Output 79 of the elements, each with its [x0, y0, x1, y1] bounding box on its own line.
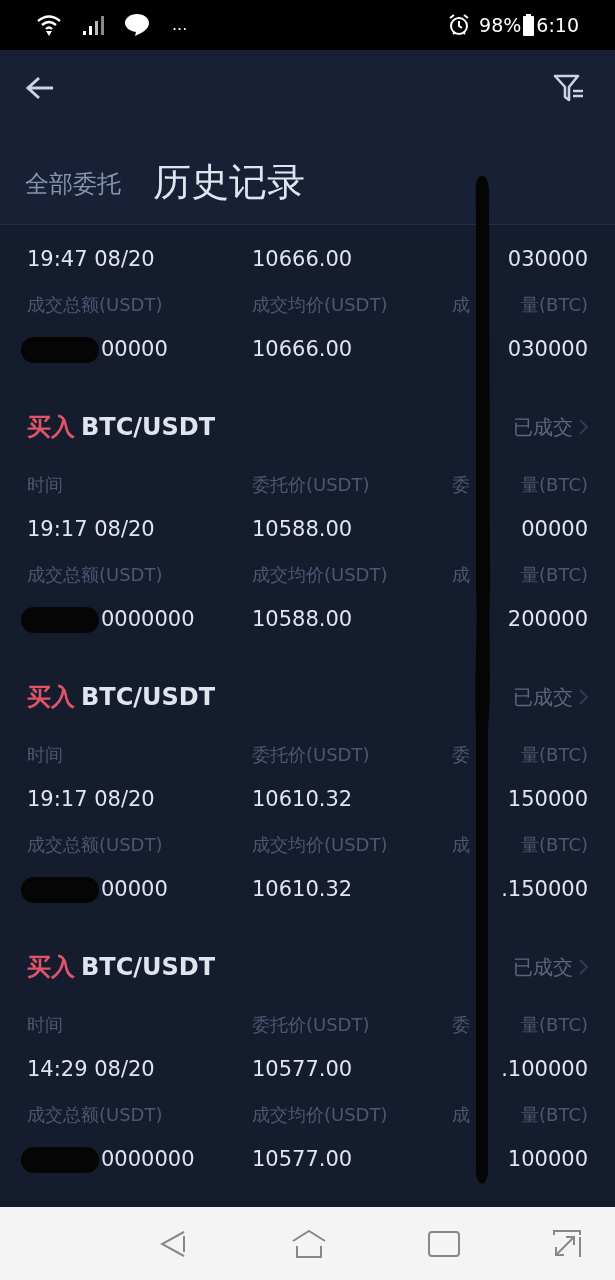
column-label: 时间 [27, 1013, 63, 1037]
table-cell-text: 10588.00 [252, 515, 353, 543]
table-cell-text: 19:47 08/20 [27, 245, 155, 273]
column-label: 成 [452, 1103, 470, 1127]
column-label: 成交均价(USDT) [252, 833, 388, 857]
home-icon[interactable] [292, 1229, 326, 1258]
column-label: 量(BTC) [521, 833, 588, 857]
table-cell-text: 100000 [507, 1145, 588, 1173]
column-label: 成交总额(USDT) [27, 833, 163, 857]
column-label: 量(BTC) [521, 1103, 588, 1127]
table-cell-text: 10666.00 [252, 335, 353, 363]
table-cell-text: 19:17 08/20 [27, 785, 155, 813]
clock: 6:10 [536, 12, 579, 38]
recent-apps-icon[interactable] [428, 1230, 460, 1257]
table-cell-text: 19:17 08/20 [27, 515, 155, 543]
table-cell-text: .100000 [501, 1055, 588, 1083]
column-label: 量(BTC) [521, 1013, 588, 1037]
chevron-right-icon [579, 959, 588, 975]
column-label: 委托价(USDT) [252, 743, 370, 767]
column-label: 委 [452, 1013, 470, 1037]
back-arrow-icon[interactable] [25, 75, 55, 101]
table-cell-text: 0000000 [101, 605, 195, 633]
table-cell-text: 030000 [507, 245, 588, 273]
table-cell-text: 00000 [101, 875, 168, 903]
order-status-link[interactable]: 已成交 [513, 682, 588, 712]
column-label: 量(BTC) [521, 293, 588, 317]
order-side: 买入 [27, 412, 75, 443]
column-label: 量(BTC) [521, 563, 588, 587]
signal-icon [82, 14, 106, 36]
column-label: 成交总额(USDT) [27, 293, 163, 317]
trading-pair: BTC/USDT [81, 412, 216, 443]
battery-icon [523, 14, 535, 36]
table-cell-text: 10666.00 [252, 245, 353, 273]
order-side: 买入 [27, 952, 75, 983]
back-icon[interactable] [160, 1229, 186, 1258]
column-label: 成交总额(USDT) [27, 1103, 163, 1127]
table-cell-text: 10577.00 [252, 1145, 353, 1173]
battery-percent: 98% [479, 12, 522, 38]
table-cell-text: 10577.00 [252, 1055, 353, 1083]
table-cell-text: 0000000 [101, 1145, 195, 1173]
table-cell-text: 10610.32 [252, 875, 353, 903]
chat-bubble-icon [124, 12, 150, 38]
expand-icon[interactable] [552, 1228, 582, 1259]
table-cell-text: 200000 [507, 605, 588, 633]
column-label: 成 [452, 833, 470, 857]
column-label: 量(BTC) [521, 473, 588, 497]
column-label: 委 [452, 473, 470, 497]
trading-pair: BTC/USDT [81, 952, 216, 983]
column-label: 委托价(USDT) [252, 473, 370, 497]
column-label: 委 [452, 743, 470, 767]
table-cell-text: .150000 [501, 875, 588, 903]
trading-pair: BTC/USDT [81, 682, 216, 713]
column-label: 委托价(USDT) [252, 1013, 370, 1037]
table-cell-text: 10610.32 [252, 785, 353, 813]
column-label: 时间 [27, 473, 63, 497]
order-status-link[interactable]: 已成交 [513, 952, 588, 982]
table-cell-text: 150000 [507, 785, 588, 813]
tab[interactable]: 历史记录 [153, 156, 305, 208]
table-cell-text: 14:29 08/20 [27, 1055, 155, 1083]
table-cell-text: 10588.00 [252, 605, 353, 633]
column-label: 成交均价(USDT) [252, 563, 388, 587]
order-side: 买入 [27, 682, 75, 713]
order-status-link[interactable]: 已成交 [513, 412, 588, 442]
tab[interactable]: 全部委托 [25, 164, 121, 204]
column-label: 时间 [27, 743, 63, 767]
chevron-right-icon [579, 419, 588, 435]
more-notifications: ... [172, 14, 188, 36]
table-cell-text: 00000 [521, 515, 588, 543]
column-label: 成 [452, 563, 470, 587]
column-label: 成交总额(USDT) [27, 563, 163, 587]
column-label: 成 [452, 293, 470, 317]
table-cell-text: 00000 [101, 335, 168, 363]
column-label: 成交均价(USDT) [252, 1103, 388, 1127]
column-label: 成交均价(USDT) [252, 293, 388, 317]
filter-icon[interactable] [552, 73, 586, 103]
table-cell-text: 030000 [507, 335, 588, 363]
wifi-icon [36, 13, 62, 37]
chevron-right-icon [579, 689, 588, 705]
column-label: 量(BTC) [521, 743, 588, 767]
